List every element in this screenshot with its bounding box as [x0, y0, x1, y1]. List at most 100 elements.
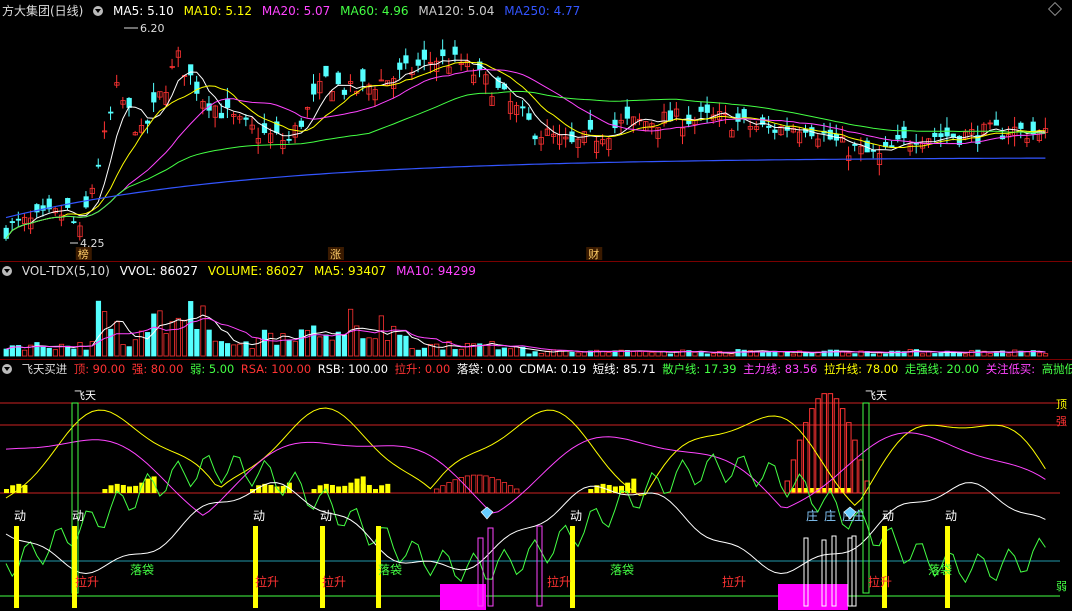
volume-bar — [298, 329, 305, 357]
candle-body — [1018, 122, 1024, 129]
candle-body — [704, 104, 710, 113]
ind-item: 弱: 5.00 — [190, 362, 235, 376]
volume-bar — [452, 349, 458, 357]
red-hist-bar — [446, 482, 452, 494]
candle-body — [901, 126, 907, 139]
volume-bar — [975, 349, 981, 357]
magenta-outline-bar — [487, 527, 494, 607]
candle-body — [870, 149, 876, 152]
hist-bar — [311, 489, 317, 493]
volume-bar — [409, 348, 415, 357]
hist-bar — [354, 485, 360, 493]
volume-bar — [372, 338, 378, 357]
hist-bar — [373, 489, 378, 493]
magenta-block — [778, 584, 848, 610]
red-hist-bar — [784, 480, 791, 494]
volume-bar — [132, 339, 138, 357]
volume-bar — [870, 353, 876, 357]
feitian-label: 飞天 — [74, 389, 96, 402]
vol-ma10-label: MA10: 94299 — [396, 264, 476, 278]
candle-body — [415, 59, 421, 66]
hist-bar — [4, 489, 9, 493]
hist-bar — [120, 484, 126, 493]
candle-body — [852, 143, 858, 146]
red-hist-bar — [452, 479, 458, 494]
volume-bar — [286, 340, 292, 357]
candle-body — [9, 221, 15, 223]
red-hist-bar — [852, 439, 858, 494]
volume-bar — [206, 329, 212, 357]
signal-bar — [14, 526, 19, 608]
red-hist-bar — [827, 393, 834, 494]
red-hist-bar — [514, 488, 520, 494]
volume-bar — [77, 341, 83, 357]
candle-body — [667, 110, 674, 122]
dong-label: 动 — [570, 509, 582, 523]
signal-bar — [72, 526, 77, 608]
ind-collapse-icon[interactable] — [2, 364, 12, 374]
volume-bar — [483, 344, 489, 357]
volume-bar — [329, 339, 335, 357]
candle-body — [335, 72, 341, 85]
volume-bar — [403, 335, 409, 357]
lasheng-label: 拉升 — [547, 574, 571, 589]
signal-bar — [253, 526, 258, 608]
volume-bar — [237, 343, 243, 357]
volume-bar — [261, 329, 268, 357]
main-force-line — [5, 432, 1046, 516]
volume-bar — [526, 353, 532, 357]
volume-bar — [360, 338, 366, 357]
volume-bar — [667, 353, 674, 357]
volume-bar — [175, 317, 181, 357]
volume-bar — [311, 325, 317, 357]
candle-body — [323, 65, 329, 77]
candle-body — [772, 129, 778, 133]
lasheng-label: 拉升 — [868, 574, 892, 589]
signal-bar — [570, 526, 575, 608]
vol-collapse-icon[interactable] — [2, 266, 12, 276]
red-hist-bar — [495, 479, 501, 494]
hist-bar — [268, 484, 274, 493]
volume-bar — [421, 347, 428, 357]
candle-body — [286, 138, 292, 141]
volume-bar — [852, 353, 858, 357]
dong-label: 动 — [320, 509, 332, 523]
volume-bar — [840, 351, 846, 357]
volume-bar — [1036, 352, 1042, 357]
red-hist-bar — [507, 485, 514, 494]
hist-bar — [379, 485, 385, 493]
volume-bar — [366, 337, 372, 357]
volume-bar — [255, 337, 261, 357]
ind-item: 主力线: 83.56 — [743, 362, 818, 376]
hist-bar — [151, 476, 157, 493]
volume-bar — [323, 334, 329, 357]
ind-item: 落袋: 0.00 — [456, 362, 513, 376]
hist-bar — [588, 489, 594, 493]
volume-bar — [1012, 349, 1018, 357]
red-hist-bar — [434, 488, 440, 494]
candle-body — [145, 120, 151, 124]
volume-bar — [464, 343, 471, 357]
volume-bar — [114, 321, 120, 357]
volume-bar — [341, 334, 348, 357]
ind-item: 强: 80.00 — [131, 362, 184, 376]
candle-body — [397, 62, 403, 70]
candle-body — [311, 83, 317, 95]
candle-body — [261, 123, 268, 134]
candle-body — [298, 120, 305, 127]
volume-bar — [163, 333, 169, 357]
volume-bar — [643, 351, 649, 357]
hist-bar — [108, 485, 114, 493]
high-label: 6.20 — [140, 22, 165, 35]
candle-body — [698, 106, 704, 112]
volume-bar — [1024, 351, 1030, 357]
hist-bar — [280, 485, 286, 493]
dong-label: 动 — [882, 509, 894, 523]
volume-bar — [938, 352, 944, 357]
candle-body — [520, 106, 526, 109]
red-hist-bar — [839, 408, 846, 494]
hist-bar — [385, 483, 391, 493]
candle-body — [895, 134, 901, 140]
volume-bar — [987, 353, 993, 357]
indicator-chart: 顶强弱飞天飞天动动动动动动动庄庄庄庄拉升拉升拉升拉升拉升拉升落袋落袋落袋落袋 — [0, 389, 1067, 610]
